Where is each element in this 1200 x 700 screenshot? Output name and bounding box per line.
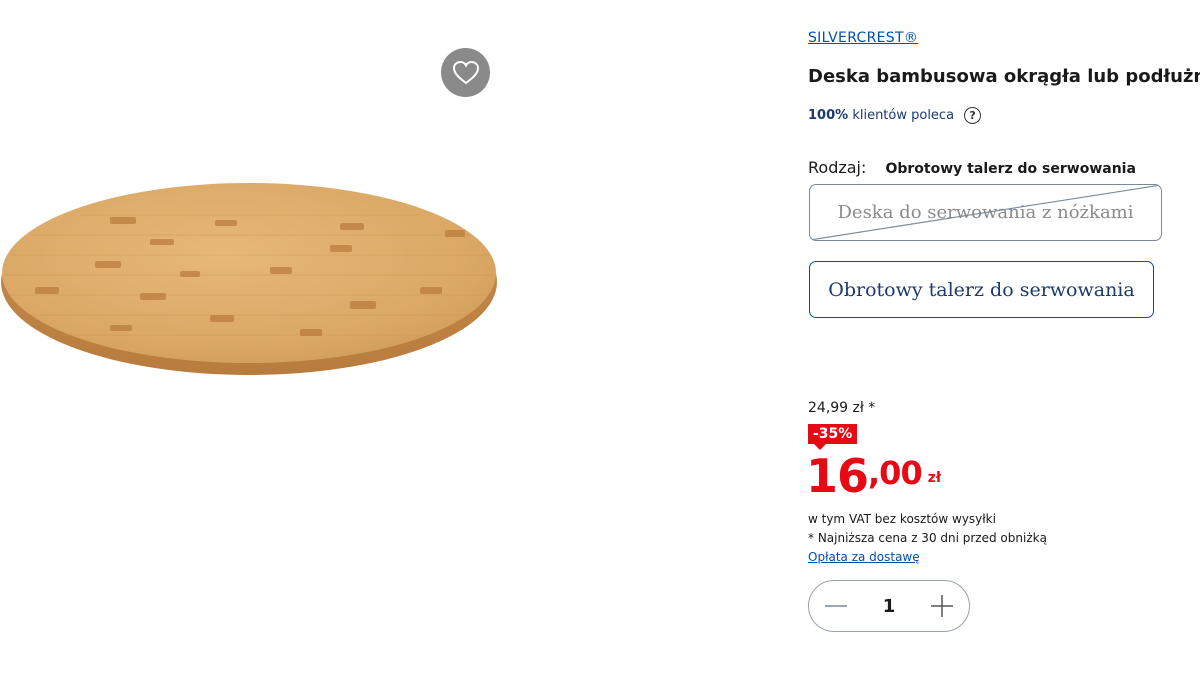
variant-selection: Rodzaj: Obrotowy talerz do serwowania — [808, 158, 1136, 177]
heart-icon — [452, 60, 479, 84]
shipping-cost-link[interactable]: Opłata za dostawę — [808, 550, 920, 564]
recommendation: 100% klientów poleca ? — [808, 107, 982, 124]
minus-icon — [825, 605, 847, 607]
wishlist-button[interactable] — [441, 48, 490, 97]
discount-badge: -35% — [808, 424, 858, 450]
variant-option-selected[interactable]: Obrotowy talerz do serwowania — [809, 261, 1154, 318]
decrease-quantity-button[interactable] — [823, 593, 849, 619]
question-circle-icon[interactable]: ? — [964, 107, 982, 124]
variant-value: Obrotowy talerz do serwowania — [885, 161, 1136, 177]
brand-link[interactable]: SILVERCREST® — [808, 30, 918, 46]
vat-note: w tym VAT bez kosztów wysyłki — [808, 512, 996, 526]
quantity-value[interactable]: 1 — [883, 596, 896, 617]
current-price: 16 ,00 zł — [806, 448, 941, 504]
plus-icon — [931, 595, 953, 617]
increase-quantity-button[interactable] — [929, 593, 955, 619]
price-currency: zł — [927, 470, 942, 486]
recommend-text: klientów poleca — [852, 108, 955, 123]
lowest-price-note: * Najniższa cena z 30 dni przed obniżką — [808, 531, 1047, 545]
strikethrough-line — [810, 185, 1161, 240]
product-image — [1, 183, 497, 375]
variant-option-label: Obrotowy talerz do serwowania — [828, 278, 1135, 301]
price-integer: 16 — [806, 449, 869, 503]
recommend-percent: 100% — [808, 108, 849, 123]
quantity-stepper: 1 — [808, 580, 970, 632]
old-price: 24,99 zł * — [808, 400, 876, 416]
price-decimal: ,00 — [868, 454, 923, 492]
product-title: Deska bambusowa okrągła lub podłużna — [808, 66, 1200, 87]
variant-label: Rodzaj: — [808, 158, 867, 177]
product-page: SILVERCREST® Deska bambusowa okrągła lub… — [0, 0, 1200, 700]
variant-option-unavailable[interactable]: Deska do serwowania z nóżkami — [809, 184, 1162, 241]
